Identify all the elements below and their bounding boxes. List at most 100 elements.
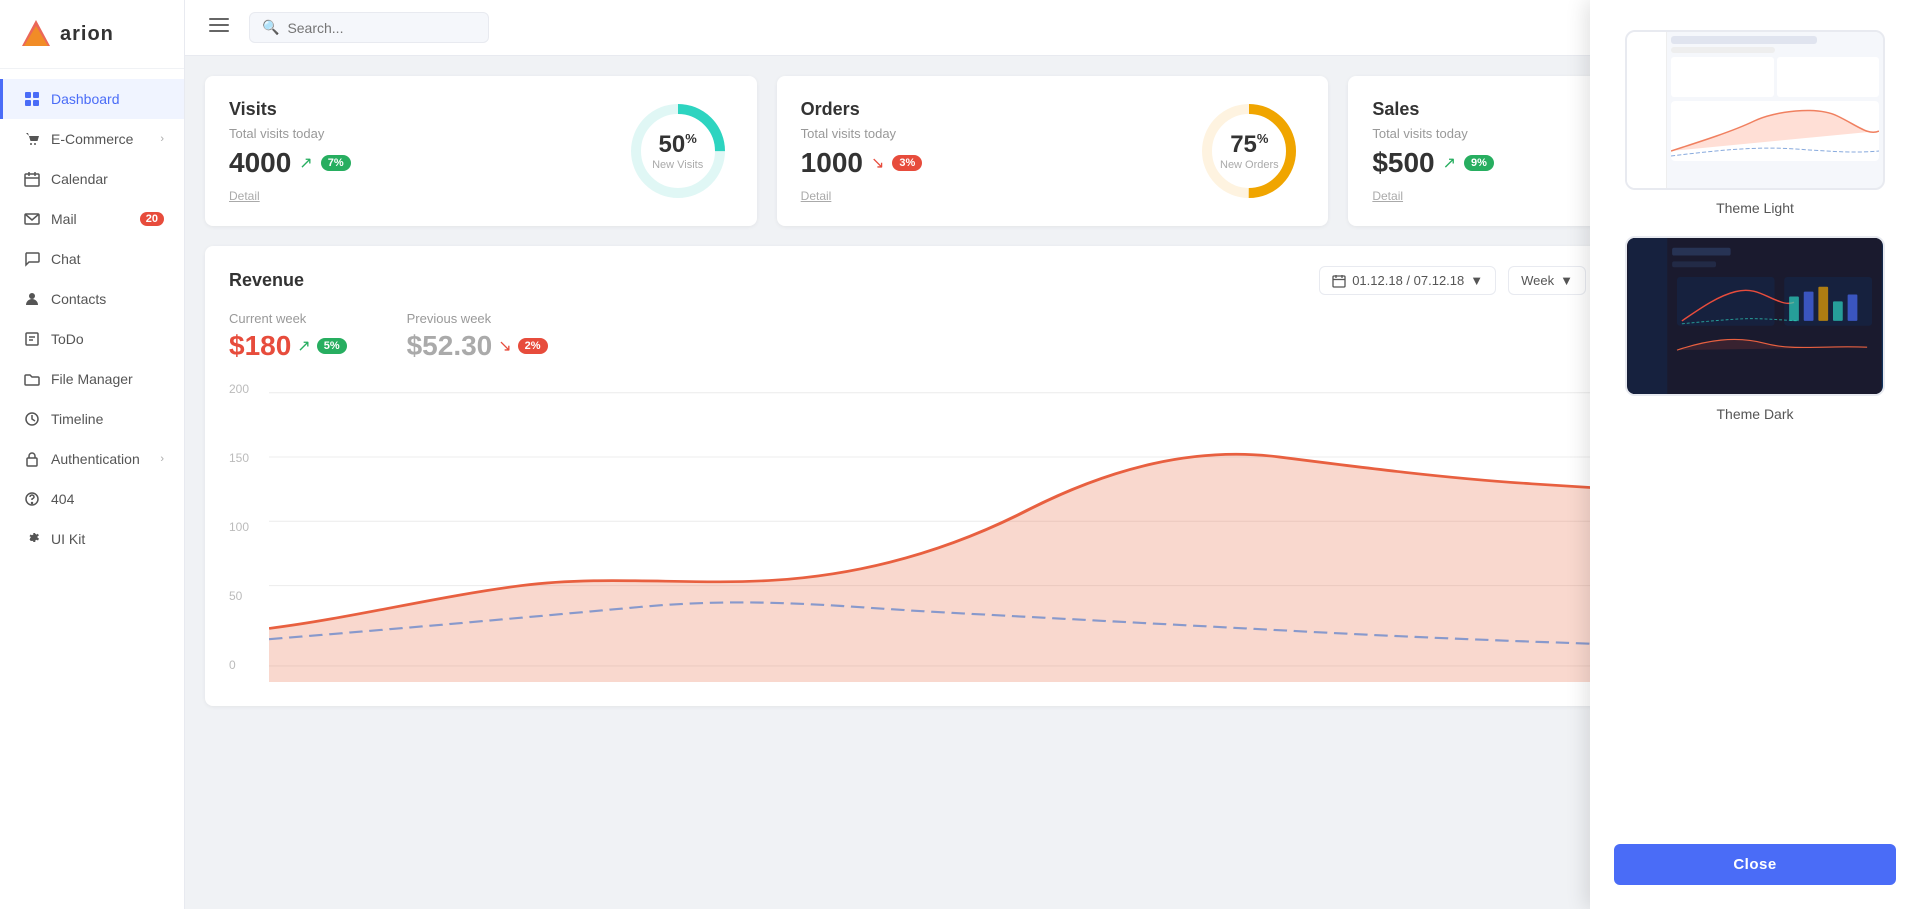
sidebar-item-ecommerce[interactable]: E-Commerce › (0, 119, 184, 159)
logo-icon (20, 18, 52, 50)
sidebar-item-chat[interactable]: Chat (0, 239, 184, 279)
visits-value: 4000 (229, 147, 291, 179)
date-dropdown-caret: ▼ (1470, 273, 1483, 288)
orders-chart: 75% New Orders (1194, 96, 1304, 206)
visits-detail-link[interactable]: Detail (229, 189, 351, 203)
todo-icon (23, 330, 41, 348)
visits-info: Visits Total visits today 4000 ↗ 7% Deta… (229, 99, 351, 203)
revenue-chart: 200 150 100 50 0 (229, 382, 1616, 682)
sales-info: Sales Total visits today $500 ↗ 9% Detai… (1372, 99, 1494, 203)
sidebar-item-label: Chat (51, 251, 81, 267)
visits-chart-label: 50% New Visits (652, 131, 703, 171)
visits-badge: 7% (321, 155, 351, 171)
sidebar: arion Dashboard E-Commerce › Calendar (0, 0, 185, 909)
sidebar-item-label: File Manager (51, 371, 133, 387)
calendar-icon (23, 170, 41, 188)
revenue-stats: Current week $180 ↗ 5% Previous week $52… (229, 311, 1616, 362)
theme-dark-preview (1625, 236, 1885, 396)
trend-down-icon: ↘ (871, 153, 884, 173)
revenue-card: Revenue 01.12.18 / 07.12.18 ▼ Week ▼ ⋯ (205, 246, 1640, 706)
current-week-row: $180 ↗ 5% (229, 330, 347, 362)
sidebar-item-calendar[interactable]: Calendar (0, 159, 184, 199)
sidebar-item-file-manager[interactable]: File Manager (0, 359, 184, 399)
orders-info: Orders Total visits today 1000 ↘ 3% Deta… (801, 99, 923, 203)
question-icon (23, 490, 41, 508)
previous-trend-icon: ↘ (498, 336, 511, 356)
orders-chart-text: New Orders (1220, 159, 1279, 171)
current-week-stat: Current week $180 ↗ 5% (229, 311, 347, 362)
trend-up-icon: ↗ (299, 153, 312, 173)
menu-toggle-button[interactable] (205, 11, 233, 44)
sidebar-item-404[interactable]: 404 (0, 479, 184, 519)
visits-chart: 50% New Visits (623, 96, 733, 206)
app-name: arion (60, 23, 114, 46)
lock-icon (23, 450, 41, 468)
previous-week-stat: Previous week $52.30 ↘ 2% (407, 311, 548, 362)
search-icon: 🔍 (262, 19, 279, 36)
sidebar-item-label: Timeline (51, 411, 103, 427)
current-week-badge: 5% (317, 338, 347, 354)
sidebar-item-label: Authentication (51, 451, 140, 467)
folder-icon (23, 370, 41, 388)
search-box: 🔍 (249, 12, 489, 43)
orders-badge: 3% (892, 155, 922, 171)
sales-value: $500 (1372, 147, 1434, 179)
orders-pct: 75% (1220, 131, 1279, 159)
contacts-icon (23, 290, 41, 308)
chevron-right-icon: › (160, 453, 164, 465)
date-range-selector[interactable]: 01.12.18 / 07.12.18 ▼ (1319, 266, 1496, 295)
visits-pct: 50% (652, 131, 703, 159)
close-theme-panel-button[interactable]: Close (1614, 844, 1896, 885)
theme-light-label: Theme Light (1716, 200, 1794, 216)
sidebar-item-dashboard[interactable]: Dashboard (0, 79, 184, 119)
current-week-value: $180 (229, 330, 291, 362)
orders-card: Orders Total visits today 1000 ↘ 3% Deta… (777, 76, 1329, 226)
sidebar-item-label: ToDo (51, 331, 84, 347)
orders-detail-link[interactable]: Detail (801, 189, 923, 203)
sidebar-item-label: Mail (51, 211, 77, 227)
sidebar-item-mail[interactable]: Mail 20 (0, 199, 184, 239)
current-week-label: Current week (229, 311, 347, 326)
chevron-right-icon: › (160, 133, 164, 145)
theme-light-option[interactable]: Theme Light (1614, 30, 1896, 216)
revenue-title: Revenue (229, 270, 304, 291)
previous-week-value: $52.30 (407, 330, 493, 362)
clock-icon (23, 410, 41, 428)
orders-title: Orders (801, 99, 923, 120)
sidebar-item-label: Calendar (51, 171, 108, 187)
trend-up-icon: ↗ (1443, 153, 1456, 173)
orders-chart-label: 75% New Orders (1220, 131, 1279, 171)
mail-badge: 20 (140, 212, 164, 226)
visits-card: Visits Total visits today 4000 ↗ 7% Deta… (205, 76, 757, 226)
visits-chart-text: New Visits (652, 159, 703, 171)
period-dropdown-caret: ▼ (1560, 273, 1573, 288)
sidebar-item-contacts[interactable]: Contacts (0, 279, 184, 319)
sidebar-item-todo[interactable]: ToDo (0, 319, 184, 359)
period-selector[interactable]: Week ▼ (1508, 266, 1586, 295)
sidebar-item-timeline[interactable]: Timeline (0, 399, 184, 439)
theme-dark-option[interactable]: Theme Dark (1614, 236, 1896, 422)
mail-icon (23, 210, 41, 228)
sidebar-navigation: Dashboard E-Commerce › Calendar Mail 20 (0, 69, 184, 909)
visits-subtitle: Total visits today (229, 126, 351, 141)
current-trend-icon: ↗ (297, 336, 310, 356)
sidebar-item-authentication[interactable]: Authentication › (0, 439, 184, 479)
grid-icon (23, 90, 41, 108)
previous-week-badge: 2% (518, 338, 548, 354)
theme-panel: Theme Light Theme (1590, 0, 1920, 909)
sidebar-item-label: E-Commerce (51, 131, 133, 147)
period-value: Week (1521, 273, 1554, 288)
chart-y-labels: 200 150 100 50 0 (229, 382, 269, 682)
sales-badge: 9% (1464, 155, 1494, 171)
sidebar-item-label: Dashboard (51, 91, 120, 107)
sales-subtitle: Total visits today (1372, 126, 1494, 141)
sales-detail-link[interactable]: Detail (1372, 189, 1494, 203)
theme-dark-label: Theme Dark (1716, 406, 1793, 422)
sidebar-item-label: Contacts (51, 291, 106, 307)
sidebar-item-ui-kit[interactable]: UI Kit (0, 519, 184, 559)
sales-value-row: $500 ↗ 9% (1372, 147, 1494, 179)
orders-value: 1000 (801, 147, 863, 179)
search-input[interactable] (287, 20, 476, 36)
gear-icon (23, 530, 41, 548)
visits-value-row: 4000 ↗ 7% (229, 147, 351, 179)
